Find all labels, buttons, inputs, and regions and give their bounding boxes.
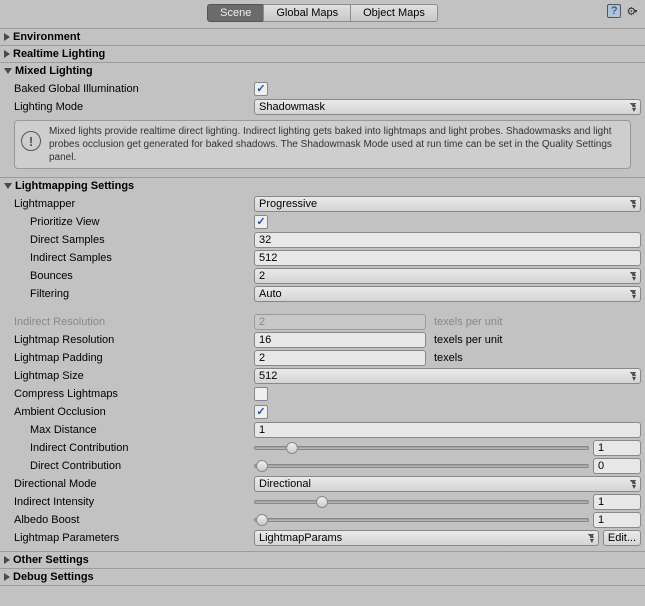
indirect-contribution-value[interactable]: 1 (593, 440, 641, 456)
indirect-intensity-value[interactable]: 1 (593, 494, 641, 510)
section-lightmapping-settings: Lightmapping Settings Lightmapper Progre… (0, 177, 645, 551)
indirect-intensity-label: Indirect Intensity (14, 496, 254, 508)
prioritize-view-checkbox[interactable] (254, 215, 268, 229)
directional-mode-dropdown[interactable]: Directional▴▾ (254, 476, 641, 492)
unit-texels-per-unit: texels per unit (434, 334, 502, 346)
direct-contribution-slider[interactable] (254, 464, 589, 468)
lightmap-size-dropdown[interactable]: 512▴▾ (254, 368, 641, 384)
help-icon[interactable]: ? (607, 4, 621, 18)
lightmap-resolution-label: Lightmap Resolution (14, 334, 254, 346)
bounces-label: Bounces (30, 270, 254, 282)
lightmap-parameters-dropdown[interactable]: LightmapParams▴▾ (254, 530, 599, 546)
lightmap-padding-input[interactable]: 2 (254, 350, 426, 366)
indirect-intensity-slider[interactable] (254, 500, 589, 504)
direct-samples-input[interactable]: 32 (254, 232, 641, 248)
section-header-realtime[interactable]: Realtime Lighting (0, 46, 645, 62)
ambient-occlusion-checkbox[interactable] (254, 405, 268, 419)
lighting-mode-info: ! Mixed lights provide realtime direct l… (14, 120, 631, 169)
direct-contribution-label: Direct Contribution (30, 460, 254, 472)
lightmap-size-label: Lightmap Size (14, 370, 254, 382)
edit-button[interactable]: Edit... (603, 530, 641, 546)
section-title: Lightmapping Settings (15, 180, 134, 192)
gear-icon[interactable]: ⚙▾ (625, 4, 639, 18)
section-title: Environment (13, 31, 80, 43)
section-debug-settings: Debug Settings (0, 568, 645, 586)
section-header-lightmapping[interactable]: Lightmapping Settings (0, 178, 645, 194)
section-header-mixed[interactable]: Mixed Lighting (0, 63, 645, 79)
section-title: Mixed Lighting (15, 65, 93, 77)
baked-gi-label: Baked Global Illumination (14, 83, 254, 95)
filtering-dropdown[interactable]: Auto▴▾ (254, 286, 641, 302)
info-text: Mixed lights provide realtime direct lig… (49, 125, 624, 164)
direct-contribution-value[interactable]: 0 (593, 458, 641, 474)
albedo-boost-value[interactable]: 1 (593, 512, 641, 528)
direct-samples-label: Direct Samples (30, 234, 254, 246)
lightmapper-label: Lightmapper (14, 198, 254, 210)
directional-mode-value: Directional (259, 478, 311, 490)
max-distance-input[interactable]: 1 (254, 422, 641, 438)
directional-mode-label: Directional Mode (14, 478, 254, 490)
section-title: Debug Settings (13, 571, 94, 583)
indirect-samples-label: Indirect Samples (30, 252, 254, 264)
indirect-contribution-label: Indirect Contribution (30, 442, 254, 454)
top-toolbar: Scene Global Maps Object Maps ? ⚙▾ (0, 0, 645, 28)
ambient-occlusion-label: Ambient Occlusion (14, 406, 254, 418)
section-environment: Environment (0, 28, 645, 45)
baked-gi-checkbox[interactable] (254, 82, 268, 96)
chevron-down-icon (4, 183, 12, 189)
tab-object-maps[interactable]: Object Maps (350, 4, 438, 22)
section-other-settings: Other Settings (0, 551, 645, 568)
lightmap-parameters-value: LightmapParams (259, 532, 342, 544)
compress-lightmaps-label: Compress Lightmaps (14, 388, 254, 400)
compress-lightmaps-checkbox[interactable] (254, 387, 268, 401)
lightmap-resolution-input[interactable]: 16 (254, 332, 426, 348)
lighting-mode-dropdown[interactable]: Shadowmask▴▾ (254, 99, 641, 115)
tab-global-maps[interactable]: Global Maps (263, 4, 351, 22)
section-title: Other Settings (13, 554, 89, 566)
max-distance-label: Max Distance (30, 424, 254, 436)
indirect-contribution-slider[interactable] (254, 446, 589, 450)
prioritize-view-label: Prioritize View (30, 216, 254, 228)
section-header-debug[interactable]: Debug Settings (0, 569, 645, 585)
indirect-resolution-input: 2 (254, 314, 426, 330)
filtering-label: Filtering (30, 288, 254, 300)
chevron-right-icon (4, 33, 10, 41)
lighting-mode-label: Lighting Mode (14, 101, 254, 113)
albedo-boost-slider[interactable] (254, 518, 589, 522)
unit-texels-per-unit: texels per unit (434, 316, 502, 328)
lightmap-parameters-label: Lightmap Parameters (14, 532, 254, 544)
section-header-environment[interactable]: Environment (0, 29, 645, 45)
chevron-right-icon (4, 556, 10, 564)
filtering-value: Auto (259, 288, 282, 300)
chevron-down-icon (4, 68, 12, 74)
indirect-resolution-label: Indirect Resolution (14, 316, 254, 328)
chevron-right-icon (4, 573, 10, 581)
section-title: Realtime Lighting (13, 48, 105, 60)
chevron-right-icon (4, 50, 10, 58)
tab-group: Scene Global Maps Object Maps (207, 4, 438, 22)
tab-scene[interactable]: Scene (207, 4, 264, 22)
section-realtime-lighting: Realtime Lighting (0, 45, 645, 62)
lightmap-size-value: 512 (259, 370, 277, 382)
bounces-dropdown[interactable]: 2▴▾ (254, 268, 641, 284)
lightmapper-value: Progressive (259, 198, 317, 210)
indirect-samples-input[interactable]: 512 (254, 250, 641, 266)
lightmap-padding-label: Lightmap Padding (14, 352, 254, 364)
section-header-other[interactable]: Other Settings (0, 552, 645, 568)
lighting-mode-value: Shadowmask (259, 101, 325, 113)
lightmapper-dropdown[interactable]: Progressive▴▾ (254, 196, 641, 212)
unit-texels: texels (434, 352, 463, 364)
info-icon: ! (21, 131, 41, 151)
bounces-value: 2 (259, 270, 265, 282)
section-mixed-lighting: Mixed Lighting Baked Global Illumination… (0, 62, 645, 177)
albedo-boost-label: Albedo Boost (14, 514, 254, 526)
